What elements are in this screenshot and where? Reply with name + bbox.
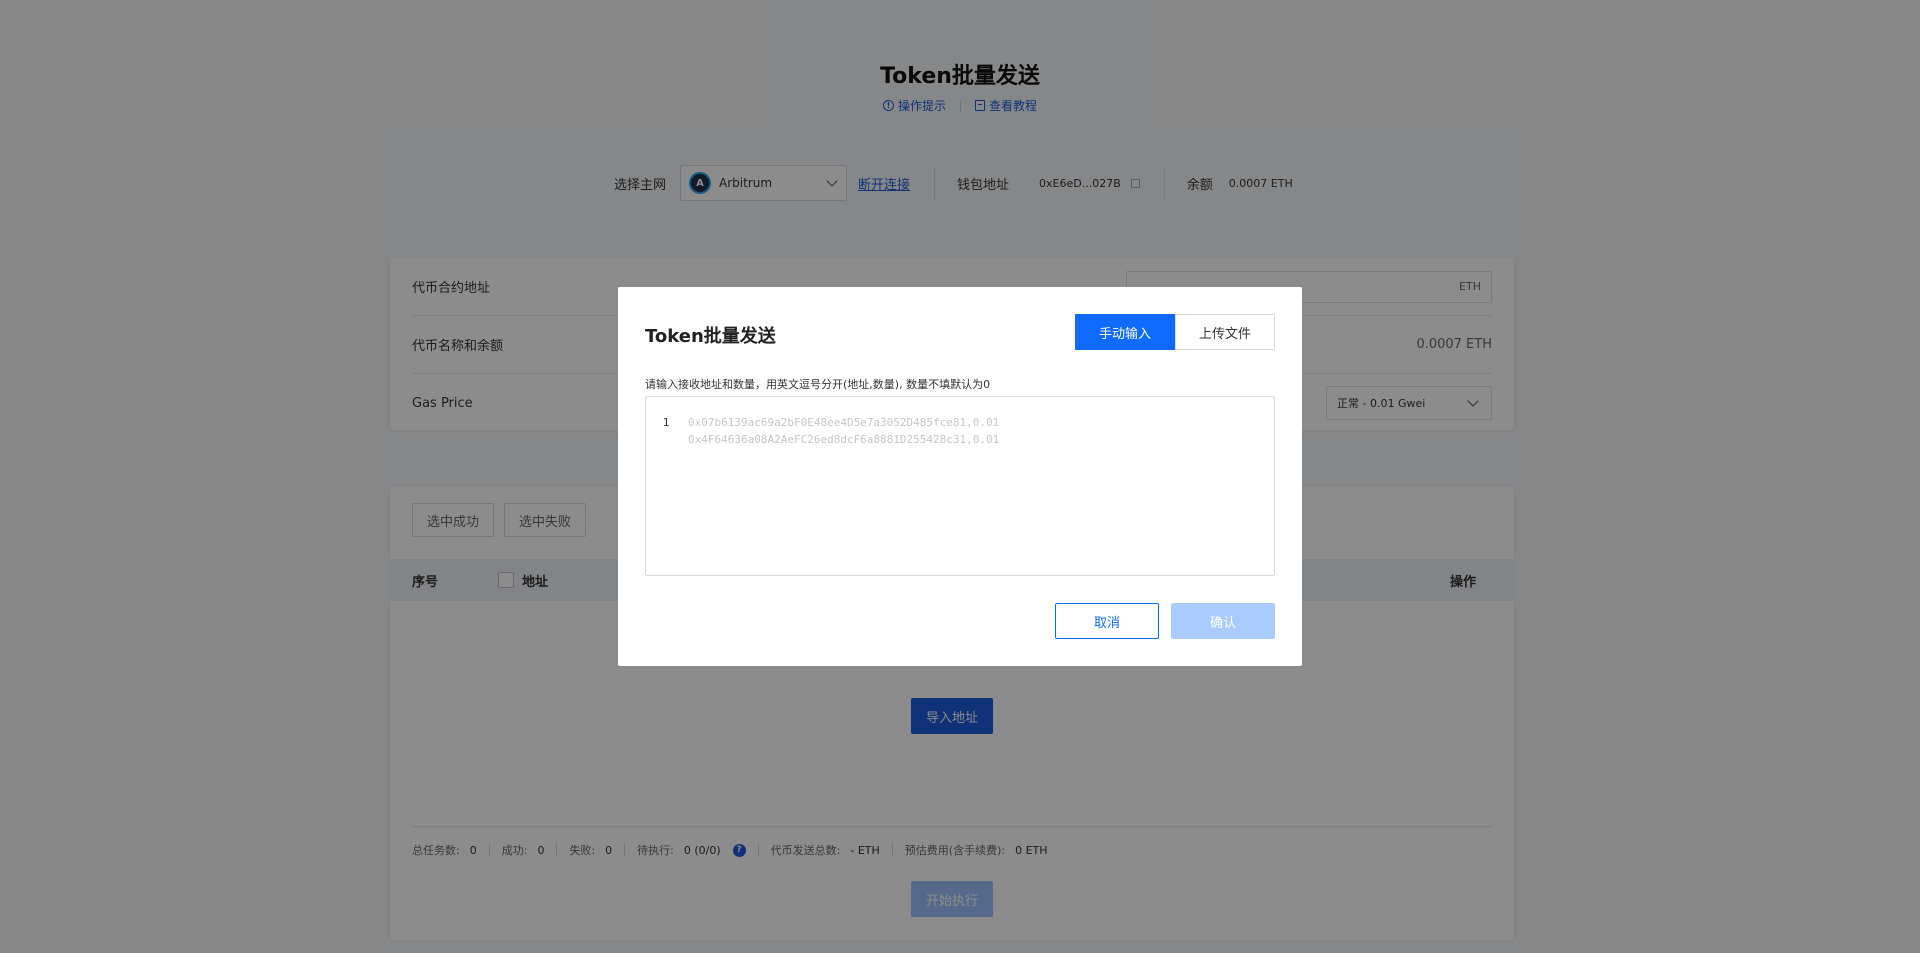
page: Token批量发送 ! 操作提示 查看教程 选择主网 A Arbitrum 断开…	[0, 0, 1920, 953]
editor-line: 0x4F64636a08A2AeFC26ed8dcF6a8881D255428c…	[646, 431, 1274, 448]
batch-send-modal: Token批量发送 手动输入 上传文件 请输入接收地址和数量，用英文逗号分开(地…	[618, 287, 1302, 666]
editor-line: 1 0x07b6139ac69a2bF0E48ee4D5e7a3052D485f…	[646, 414, 1274, 431]
modal-title: Token批量发送	[645, 326, 776, 347]
tab-upload-file[interactable]: 上传文件	[1175, 314, 1275, 350]
confirm-button[interactable]: 确认	[1171, 603, 1275, 639]
line-number: 1	[662, 416, 670, 429]
input-mode-tabs: 手动输入 上传文件	[1075, 314, 1275, 350]
editor-placeholder-line: 0x07b6139ac69a2bF0E48ee4D5e7a3052D485fce…	[688, 416, 1000, 429]
address-editor[interactable]: 1 0x07b6139ac69a2bF0E48ee4D5e7a3052D485f…	[645, 396, 1275, 576]
cancel-button[interactable]: 取消	[1055, 603, 1159, 639]
input-hint: 请输入接收地址和数量，用英文逗号分开(地址,数量), 数量不填默认为0	[645, 378, 991, 391]
tab-manual-input[interactable]: 手动输入	[1075, 314, 1175, 350]
editor-placeholder-line: 0x4F64636a08A2AeFC26ed8dcF6a8881D255428c…	[688, 433, 1000, 446]
